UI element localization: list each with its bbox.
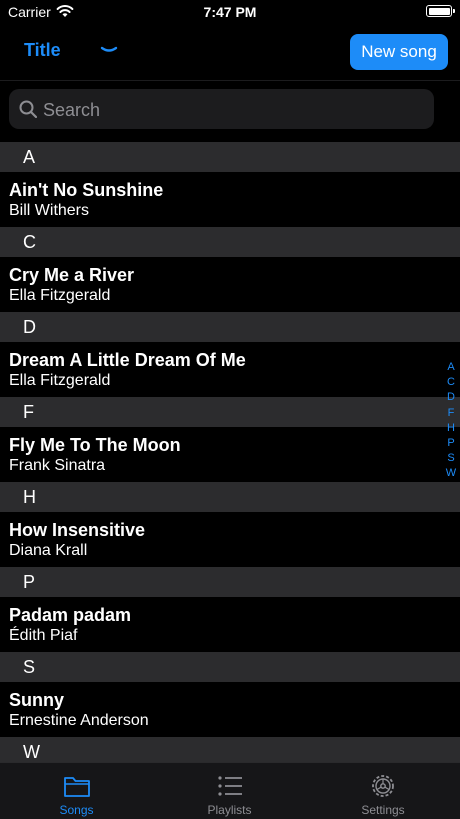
song-list: A Ain't No Sunshine Bill Withers C Cry Me a … — [0, 142, 460, 762]
song-row[interactable]: Fly Me To The Moon Frank Sinatra — [0, 427, 460, 482]
song-title: Cry Me a River — [9, 265, 135, 285]
nav-bar: Title New song — [0, 24, 460, 81]
song-artist: Diana Krall — [9, 542, 88, 559]
tab-songs[interactable]: Songs — [0, 763, 153, 819]
tab-settings[interactable]: Settings — [306, 763, 460, 819]
song-row[interactable]: Dream A Little Dream Of Me Ella Fitzgeral… — [0, 342, 460, 397]
index-letter[interactable]: D — [444, 390, 458, 405]
section-index[interactable]: ACDFHPSW — [444, 360, 458, 482]
section-header: H — [0, 482, 460, 512]
song-artist: Ella Fitzgerald — [9, 287, 111, 304]
new-song-button[interactable]: New song — [350, 34, 448, 70]
tab-bar: Songs Playlists Settings — [0, 762, 460, 819]
tab-playlists-label: Playlists — [207, 803, 252, 817]
gear-icon — [372, 775, 394, 797]
song-row[interactable]: Cry Me a River Ella Fitzgerald — [0, 257, 460, 312]
search-bar — [9, 89, 434, 131]
chevron-down-icon[interactable] — [98, 42, 120, 56]
index-letter[interactable]: C — [444, 375, 458, 390]
status-bar: Carrier 7:47 PM — [0, 0, 460, 24]
tab-songs-label: Songs — [59, 803, 94, 817]
section-header: F — [0, 397, 460, 427]
song-title: Dream A Little Dream Of Me — [9, 350, 246, 370]
song-row[interactable]: Padam padam Édith Piaf — [0, 597, 460, 652]
song-row[interactable]: Sunny Ernestine Anderson — [0, 682, 460, 737]
song-row[interactable]: How Insensitive Diana Krall — [0, 512, 460, 567]
song-artist: Édith Piaf — [9, 627, 78, 644]
section-header: D — [0, 312, 460, 342]
index-letter[interactable]: A — [444, 360, 458, 375]
tab-playlists[interactable]: Playlists — [153, 763, 306, 819]
clock: 7:47 PM — [203, 4, 257, 20]
search-input[interactable] — [41, 89, 425, 131]
song-artist: Bill Withers — [9, 202, 90, 219]
song-row[interactable]: Ain't No Sunshine Bill Withers — [0, 172, 460, 227]
tab-settings-label: Settings — [361, 803, 405, 817]
index-letter[interactable]: S — [444, 451, 458, 466]
battery-icon — [426, 5, 455, 17]
section-header: A — [0, 142, 460, 172]
song-title: Sunny — [9, 690, 65, 710]
index-letter[interactable]: F — [444, 406, 458, 421]
folder-icon — [63, 777, 90, 797]
song-title: Fly Me To The Moon — [9, 435, 181, 455]
index-letter[interactable]: H — [444, 421, 458, 436]
song-artist: Ernestine Anderson — [9, 712, 149, 729]
list-icon — [217, 776, 242, 796]
song-artist: Frank Sinatra — [9, 457, 106, 474]
section-header: C — [0, 227, 460, 257]
section-header: S — [0, 652, 460, 682]
song-title: Ain't No Sunshine — [9, 180, 164, 200]
song-title: How Insensitive — [9, 520, 146, 540]
song-artist: Ella Fitzgerald — [9, 372, 111, 389]
search-icon — [19, 100, 37, 118]
section-header: P — [0, 567, 460, 597]
song-title: Padam padam — [9, 605, 132, 625]
sort-field-selector[interactable]: Title — [24, 40, 61, 61]
section-header: W — [0, 737, 460, 762]
index-letter[interactable]: W — [444, 466, 458, 481]
index-letter[interactable]: P — [444, 436, 458, 451]
